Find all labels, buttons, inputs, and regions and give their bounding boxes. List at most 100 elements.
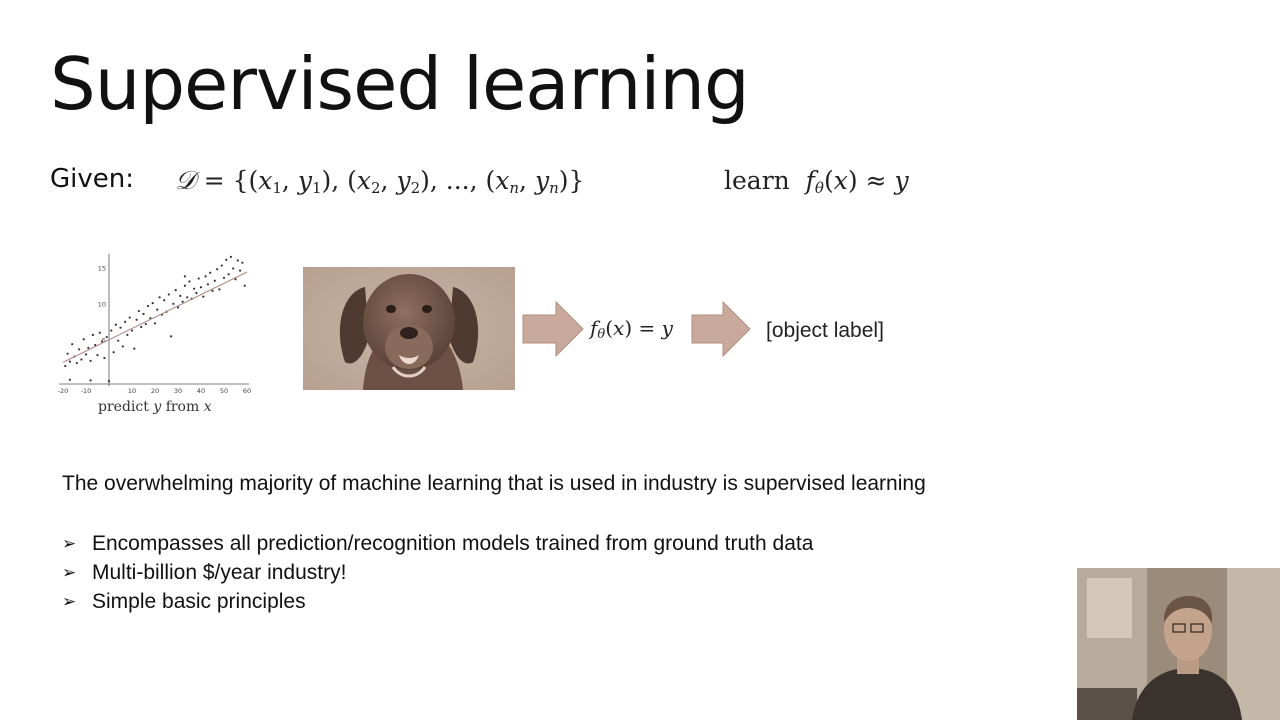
data-point xyxy=(170,335,173,338)
data-point xyxy=(218,288,221,291)
list-item: ➢ Simple basic principles xyxy=(62,587,813,616)
data-point xyxy=(114,323,117,326)
bullet-text: Multi-billion $/year industry! xyxy=(92,560,347,584)
x-tick-label: 20 xyxy=(151,387,159,395)
data-point xyxy=(121,345,124,348)
caption-word-predict: predict xyxy=(98,399,149,415)
data-point xyxy=(101,340,104,343)
data-point xyxy=(243,284,246,287)
data-point xyxy=(153,322,157,325)
data-point xyxy=(112,351,115,354)
data-point xyxy=(179,294,182,297)
data-point xyxy=(124,320,127,323)
caption-var-x: x xyxy=(203,399,212,415)
x-tick-label: 10 xyxy=(128,387,136,395)
object-label-text: [object label] xyxy=(766,319,884,342)
data-point xyxy=(96,354,99,357)
data-point xyxy=(186,296,189,299)
x-tick-label: -10 xyxy=(81,387,92,395)
scatter-axes xyxy=(59,254,249,386)
bullet-text: Simple basic principles xyxy=(92,589,306,613)
data-point xyxy=(199,286,203,289)
data-point xyxy=(117,339,120,342)
data-point xyxy=(130,329,134,332)
data-point xyxy=(142,312,145,316)
data-point xyxy=(128,316,131,319)
data-point xyxy=(91,333,94,336)
data-point xyxy=(137,309,140,313)
model-equation: fθ(x) = y xyxy=(590,316,673,342)
scatter-caption: predict y from x xyxy=(98,399,212,415)
bullet-arrow-icon: ➢ xyxy=(62,562,77,582)
data-point xyxy=(78,348,81,351)
presenter-webcam xyxy=(1077,568,1280,720)
data-point xyxy=(107,380,111,383)
data-point xyxy=(103,356,106,360)
data-point xyxy=(66,352,69,355)
x-tick-label: 60 xyxy=(243,387,251,395)
bullet-text: Encompasses all prediction/recognition m… xyxy=(92,531,814,555)
x-tick-label: 40 xyxy=(197,387,205,395)
data-point xyxy=(98,331,101,334)
bullet-arrow-icon: ➢ xyxy=(62,591,77,611)
data-point xyxy=(89,359,92,362)
fit-line xyxy=(62,271,248,363)
caption-var-y: y xyxy=(153,399,162,415)
data-point xyxy=(204,275,207,278)
slide-title: Supervised learning xyxy=(50,42,750,126)
data-point xyxy=(213,279,216,282)
data-point xyxy=(188,280,191,283)
data-point xyxy=(84,353,88,356)
list-item: ➢ Multi-billion $/year industry! xyxy=(62,558,813,587)
data-point xyxy=(68,378,71,381)
data-point xyxy=(80,358,83,361)
data-point xyxy=(229,255,232,258)
x-tick-label: 30 xyxy=(174,387,182,395)
data-point xyxy=(64,364,67,368)
data-point xyxy=(227,273,230,276)
industry-statement: The overwhelming majority of machine lea… xyxy=(62,472,926,495)
scatter-points xyxy=(64,255,246,383)
dataset-formula: 𝒟 = {(x1, y1), (x2, y2), ..., (xn, yn)} xyxy=(175,166,585,197)
data-point xyxy=(140,325,143,329)
data-point xyxy=(135,318,138,321)
data-point xyxy=(209,271,212,274)
data-point xyxy=(147,304,150,308)
data-point xyxy=(163,299,166,302)
data-point xyxy=(82,338,85,341)
data-point xyxy=(220,264,223,267)
right-arrow-icon xyxy=(691,301,751,357)
data-point xyxy=(181,300,184,303)
data-point xyxy=(206,283,209,286)
data-point xyxy=(193,287,196,290)
data-point xyxy=(225,258,228,261)
bullet-arrow-icon: ➢ xyxy=(62,533,77,553)
data-point xyxy=(183,275,186,278)
data-point xyxy=(105,335,108,339)
data-point xyxy=(232,267,235,270)
bullet-list: ➢ Encompasses all prediction/recognition … xyxy=(62,529,813,616)
data-point xyxy=(202,295,205,298)
data-point xyxy=(133,347,136,350)
data-point xyxy=(241,261,244,264)
data-point xyxy=(174,289,177,292)
data-point xyxy=(195,291,198,295)
scatter-plot: -20 -10 10 20 30 40 50 6051015 xyxy=(58,254,251,395)
list-item: ➢ Encompasses all prediction/recognition … xyxy=(62,529,813,558)
x-tick-label: 50 xyxy=(220,387,228,395)
data-point xyxy=(75,361,78,365)
data-point xyxy=(222,276,226,279)
learn-formula: learn fθ(x) ≈ y xyxy=(724,166,909,197)
data-point xyxy=(236,259,239,262)
learn-word: learn xyxy=(724,166,790,195)
given-label: Given: xyxy=(50,164,134,194)
data-point xyxy=(172,302,175,305)
y-tick-label: 15 xyxy=(98,264,106,272)
data-point xyxy=(197,277,200,280)
data-point xyxy=(89,379,92,382)
data-point xyxy=(68,360,71,363)
right-arrow-icon xyxy=(522,301,584,357)
data-point xyxy=(239,269,242,272)
dataset-symbol: 𝒟 xyxy=(175,166,196,196)
data-point xyxy=(216,268,219,271)
